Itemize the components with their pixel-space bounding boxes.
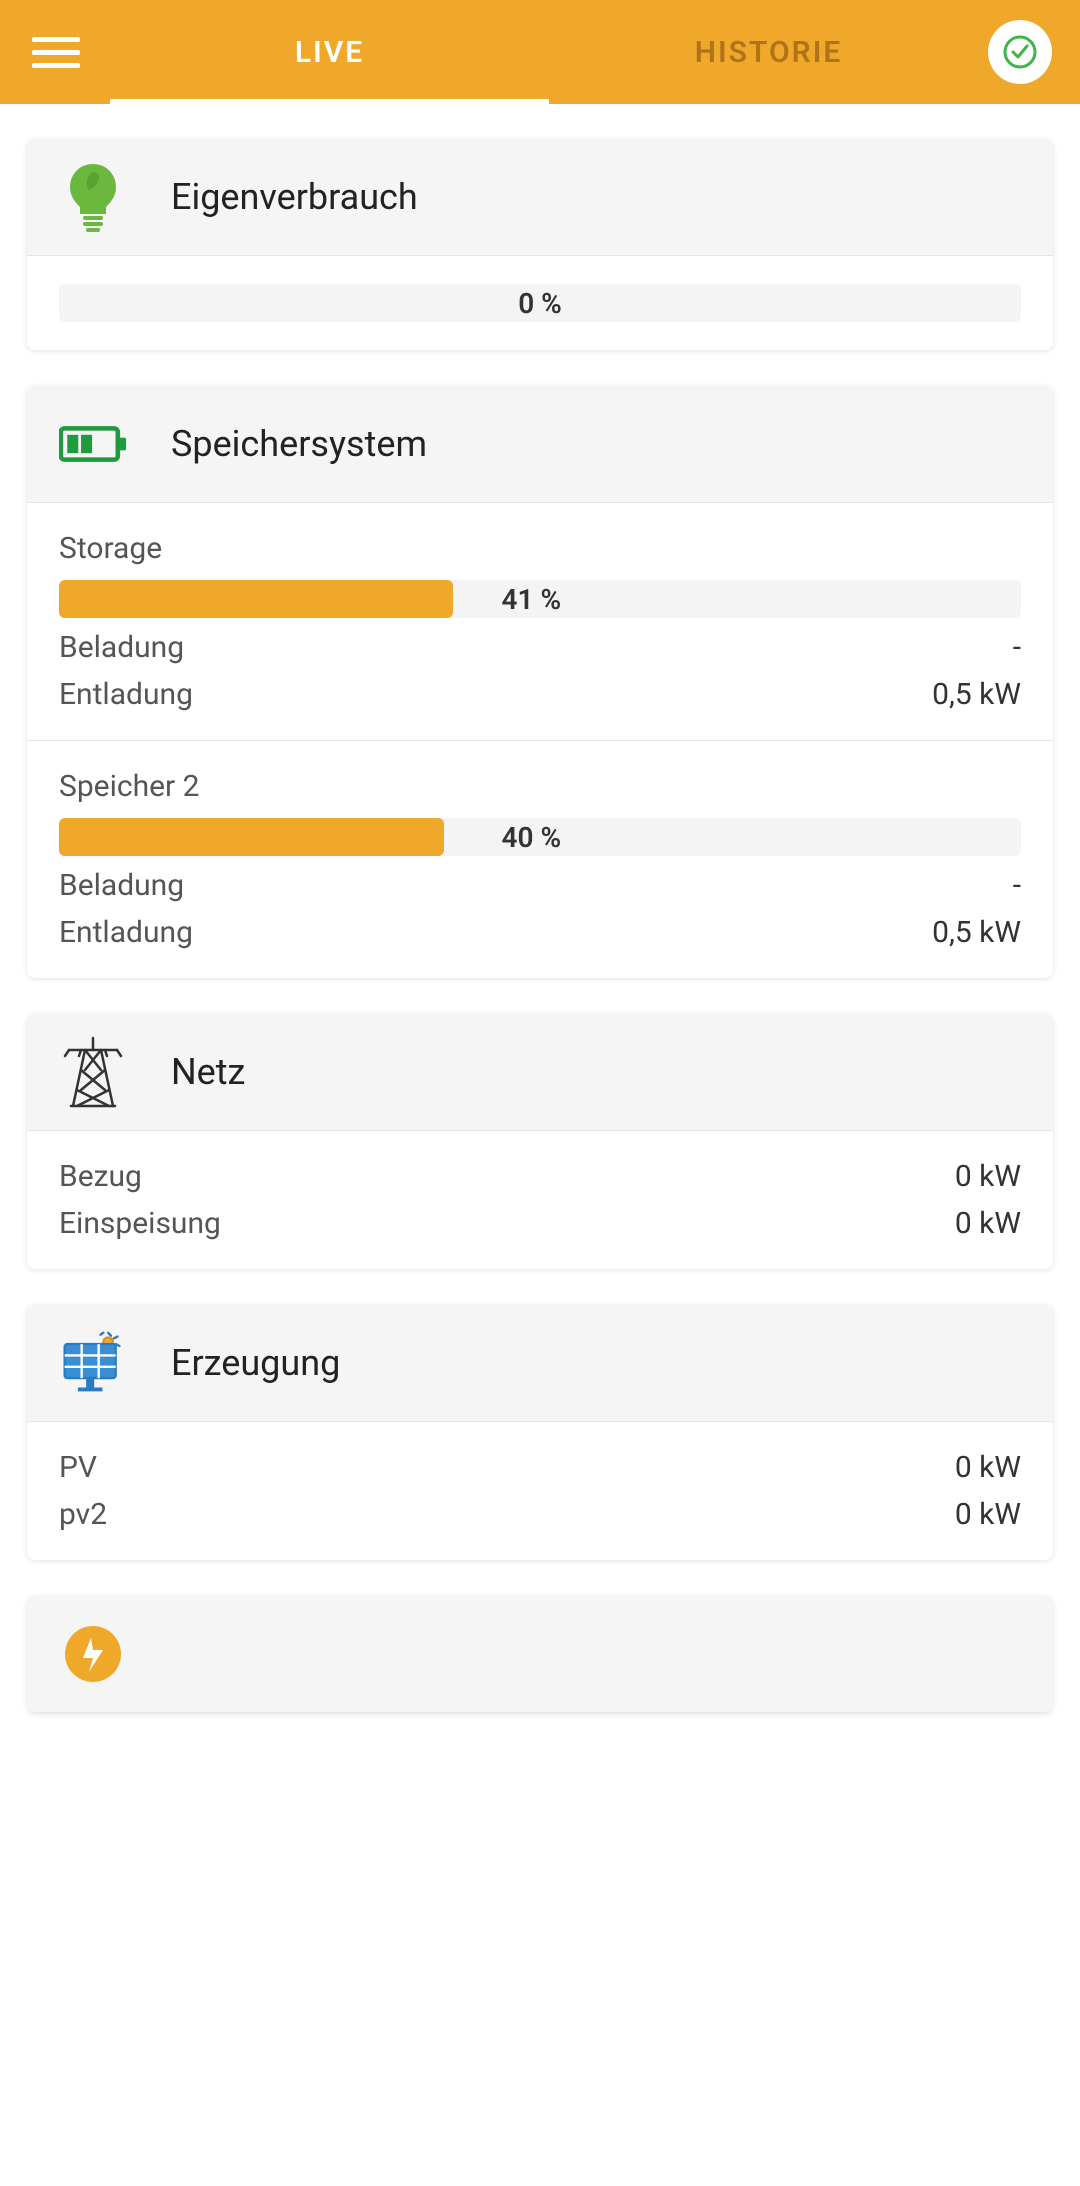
checkmark-icon	[1002, 34, 1038, 70]
grid-tower-icon	[59, 1038, 127, 1106]
card-title: Netz	[171, 1051, 245, 1093]
card-speichersystem: Speichersystem Storage 41 % Beladung - E…	[27, 386, 1053, 978]
kv-value: -	[1013, 868, 1021, 903]
main-content: Eigenverbrauch 0 % Speichersystem Storag	[0, 104, 1080, 1713]
progress-bar-storage: 41 %	[59, 580, 1021, 618]
kv-row: Entladung 0,5 kW	[59, 677, 1021, 712]
kv-label: Bezug	[59, 1159, 142, 1194]
kv-value: 0 kW	[955, 1497, 1021, 1532]
kv-value: 0,5 kW	[932, 915, 1021, 950]
kv-row: Bezug 0 kW	[59, 1159, 1021, 1194]
card-title: Erzeugung	[171, 1342, 340, 1384]
lightbulb-leaf-icon	[59, 163, 127, 231]
kv-value: 0 kW	[955, 1159, 1021, 1194]
progress-bar-storage: 40 %	[59, 818, 1021, 856]
kv-label: Beladung	[59, 868, 184, 903]
card-header: Erzeugung	[27, 1305, 1053, 1422]
battery-icon	[59, 410, 127, 478]
app-header: LIVE HISTORIE	[0, 0, 1080, 104]
progress-bar-eigenverbrauch: 0 %	[59, 284, 1021, 322]
kv-row: PV 0 kW	[59, 1450, 1021, 1485]
card-body: 0 %	[27, 256, 1053, 350]
status-indicator[interactable]	[988, 20, 1052, 84]
progress-label: 41 %	[502, 583, 562, 616]
card-erzeugung: Erzeugung PV 0 kW pv2 0 kW	[27, 1305, 1053, 1560]
card-title: Eigenverbrauch	[171, 176, 418, 218]
hamburger-icon	[32, 37, 80, 42]
card-body: Bezug 0 kW Einspeisung 0 kW	[27, 1131, 1053, 1269]
solar-panel-icon	[59, 1329, 127, 1397]
consumption-icon	[59, 1620, 127, 1688]
kv-value: -	[1013, 630, 1021, 665]
kv-label: PV	[59, 1450, 97, 1485]
card-title: Speichersystem	[171, 423, 427, 465]
kv-value: 0 kW	[955, 1206, 1021, 1241]
card-header: Eigenverbrauch	[27, 139, 1053, 256]
storage-name: Storage	[59, 531, 1021, 566]
kv-label: Beladung	[59, 630, 184, 665]
card-body: PV 0 kW pv2 0 kW	[27, 1422, 1053, 1560]
storage-item: Storage 41 % Beladung - Entladung 0,5 kW	[27, 503, 1053, 740]
card-header	[27, 1596, 1053, 1713]
card-eigenverbrauch: Eigenverbrauch 0 %	[27, 139, 1053, 350]
kv-label: Entladung	[59, 677, 193, 712]
progress-fill	[59, 818, 444, 856]
kv-label: Einspeisung	[59, 1206, 221, 1241]
card-partial	[27, 1596, 1053, 1713]
kv-row: Entladung 0,5 kW	[59, 915, 1021, 950]
kv-value: 0 kW	[955, 1450, 1021, 1485]
menu-button[interactable]	[32, 28, 80, 76]
kv-row: Beladung -	[59, 868, 1021, 903]
progress-label: 40 %	[502, 821, 562, 854]
progress-fill	[59, 580, 453, 618]
card-netz: Netz Bezug 0 kW Einspeisung 0 kW	[27, 1014, 1053, 1269]
progress-label: 0 %	[518, 287, 562, 320]
kv-row: pv2 0 kW	[59, 1497, 1021, 1532]
card-header: Netz	[27, 1014, 1053, 1131]
kv-label: Entladung	[59, 915, 193, 950]
tab-historie[interactable]: HISTORIE	[549, 0, 988, 104]
storage-name: Speicher 2	[59, 769, 1021, 804]
kv-row: Beladung -	[59, 630, 1021, 665]
kv-row: Einspeisung 0 kW	[59, 1206, 1021, 1241]
kv-value: 0,5 kW	[932, 677, 1021, 712]
tabs: LIVE HISTORIE	[110, 0, 988, 104]
kv-label: pv2	[59, 1497, 107, 1532]
storage-item: Speicher 2 40 % Beladung - Entladung 0,5…	[27, 740, 1053, 978]
tab-live[interactable]: LIVE	[110, 0, 549, 104]
card-header: Speichersystem	[27, 386, 1053, 503]
